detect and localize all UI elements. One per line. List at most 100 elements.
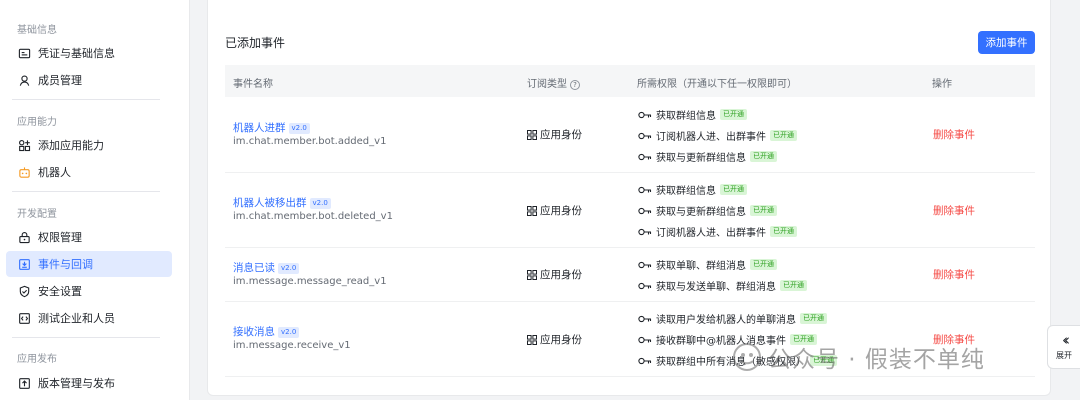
group-title-capabilities: 应用能力: [17, 117, 57, 128]
double-chevron-left-icon: ‹‹: [1062, 331, 1070, 349]
sidebar-item-version-release[interactable]: 版本管理与发布: [6, 370, 172, 396]
permission-item: 获取群组信息 已开通: [638, 107, 747, 122]
upload-icon: [17, 376, 31, 390]
table-row: 机器人被移出群 v2.0 im.chat.member.bot.deleted_v…: [225, 173, 1035, 248]
sidebar-item-members[interactable]: 成员管理: [6, 67, 172, 93]
sidebar-item-events[interactable]: 事件与回调: [6, 251, 172, 277]
add-capability-icon: [17, 138, 31, 152]
sidebar-item-label: 测试企业和人员: [38, 312, 115, 325]
sidebar-item-credentials[interactable]: 凭证与基础信息: [6, 40, 172, 66]
delete-event-link[interactable]: 删除事件: [933, 332, 975, 347]
sidebar-item-label: 凭证与基础信息: [38, 47, 115, 60]
event-name-link[interactable]: 机器人被移出群 v2.0: [233, 195, 331, 210]
permission-label: 获取单聊、群组消息: [656, 261, 746, 272]
column-header-permissions: 所需权限（开通以下任一权限即可）: [637, 79, 797, 90]
app-grid-icon: [527, 205, 537, 216]
status-badge: 已开通: [800, 313, 827, 324]
group-title-release: 应用发布: [17, 354, 57, 365]
event-name-link[interactable]: 机器人进群 v2.0: [233, 120, 310, 135]
permission-label: 获取群组信息: [656, 186, 716, 197]
event-code: im.chat.member.bot.added_v1: [233, 136, 387, 147]
help-icon[interactable]: ?: [570, 80, 580, 90]
sidebar-item-robot[interactable]: 机器人: [6, 159, 172, 185]
status-badge: 已开通: [720, 184, 747, 195]
event-icon: [17, 257, 31, 271]
key-icon: [638, 207, 652, 214]
permission-label: 订阅机器人进、出群事件: [656, 132, 766, 143]
status-badge: 已开通: [790, 334, 817, 345]
divider: [12, 191, 160, 192]
permission-item: 读取用户发给机器人的单聊消息 已开通: [638, 311, 827, 326]
event-name-link[interactable]: 消息已读 v2.0: [233, 260, 300, 275]
page-title: 已添加事件: [225, 36, 286, 50]
key-icon: [638, 228, 652, 235]
expand-panel-button[interactable]: ‹‹ 展开: [1047, 325, 1080, 369]
sidebar-item-label: 添加应用能力: [38, 139, 104, 152]
event-name: 机器人进群: [233, 122, 286, 134]
status-badge: 已开通: [750, 151, 777, 162]
group-title-basic: 基础信息: [17, 25, 57, 36]
shield-icon: [17, 284, 31, 298]
credential-icon: [17, 46, 31, 60]
permission-label: 获取群组信息: [656, 111, 716, 122]
sidebar-item-permissions[interactable]: 权限管理: [6, 224, 172, 250]
subscription-identity: 应用身份: [527, 332, 582, 347]
group-title-dev-config: 开发配置: [17, 209, 57, 220]
subscription-identity: 应用身份: [527, 267, 582, 282]
key-icon: [638, 282, 652, 289]
test-icon: [17, 311, 31, 325]
permission-item: 接收群聊中@机器人消息事件 已开通: [638, 332, 817, 347]
version-badge: v2.0: [309, 198, 331, 209]
robot-icon: [17, 165, 31, 179]
identity-label: 应用身份: [540, 269, 582, 281]
permission-label: 接收群聊中@机器人消息事件: [656, 336, 786, 347]
key-icon: [638, 357, 652, 364]
sidebar: 基础信息 凭证与基础信息 成员管理 应用能力 添加应用能力 机器人 开发配置 权…: [0, 0, 190, 400]
sidebar-item-label: 机器人: [38, 166, 71, 179]
column-header-type-label: 订阅类型: [527, 79, 567, 90]
permission-item: 获取与更新群组信息 已开通: [638, 149, 777, 164]
column-header-type: 订阅类型?: [527, 75, 580, 90]
event-name: 接收消息: [233, 326, 275, 338]
identity-label: 应用身份: [540, 129, 582, 141]
delete-event-link[interactable]: 删除事件: [933, 127, 975, 142]
permission-label: 获取与更新群组信息: [656, 207, 746, 218]
status-badge: 已开通: [750, 205, 777, 216]
event-name: 消息已读: [233, 262, 275, 274]
version-badge: v2.0: [288, 123, 310, 134]
status-badge: 已开通: [780, 280, 807, 291]
status-badge: 已开通: [750, 259, 777, 270]
delete-event-link[interactable]: 删除事件: [933, 203, 975, 218]
event-name: 机器人被移出群: [233, 197, 307, 209]
permission-item: 获取单聊、群组消息 已开通: [638, 257, 777, 272]
status-badge: 已开通: [810, 355, 837, 366]
key-icon: [638, 336, 652, 343]
sidebar-item-security[interactable]: 安全设置: [6, 278, 172, 304]
delete-event-link[interactable]: 删除事件: [933, 267, 975, 282]
status-badge: 已开通: [720, 109, 747, 120]
key-icon: [638, 261, 652, 268]
column-header-action: 操作: [932, 79, 952, 90]
identity-label: 应用身份: [540, 205, 582, 217]
permission-label: 获取与更新群组信息: [656, 153, 746, 164]
table-row: 消息已读 v2.0 im.message.message_read_v1 应用身份…: [225, 248, 1035, 302]
sidebar-item-test-enterprise[interactable]: 测试企业和人员: [6, 305, 172, 331]
key-icon: [638, 111, 652, 118]
key-icon: [638, 186, 652, 193]
event-code: im.chat.member.bot.deleted_v1: [233, 211, 393, 222]
version-badge: v2.0: [278, 327, 300, 338]
version-badge: v2.0: [278, 263, 300, 274]
events-card: 已添加事件 添加事件 事件名称 订阅类型? 所需权限（开通以下任一权限即可） 操…: [207, 0, 1051, 396]
user-icon: [17, 73, 31, 87]
sidebar-item-label: 成员管理: [38, 74, 82, 87]
divider: [12, 99, 160, 100]
add-event-button[interactable]: 添加事件: [978, 31, 1035, 54]
permission-item: 获取群组信息 已开通: [638, 182, 747, 197]
permission-label: 获取与发送单聊、群组消息: [656, 282, 776, 293]
event-name-link[interactable]: 接收消息 v2.0: [233, 324, 300, 339]
sidebar-item-label: 权限管理: [38, 231, 82, 244]
sidebar-item-add-capability[interactable]: 添加应用能力: [6, 132, 172, 158]
table-row: 机器人进群 v2.0 im.chat.member.bot.added_v1 应用…: [225, 97, 1035, 173]
status-badge: 已开通: [770, 226, 797, 237]
subscription-identity: 应用身份: [527, 203, 582, 218]
